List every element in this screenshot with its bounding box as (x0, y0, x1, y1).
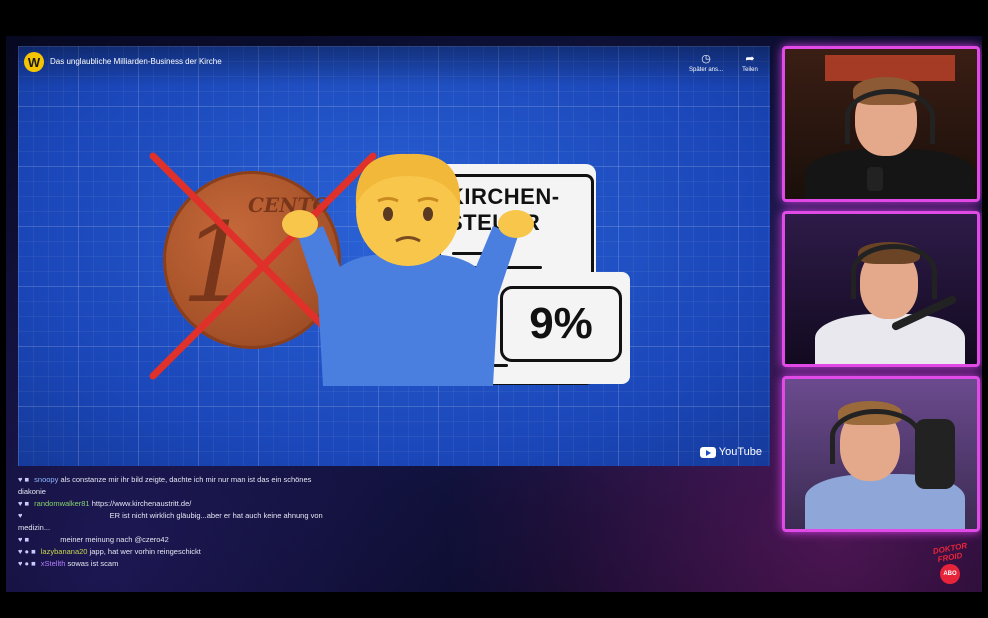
chat-username[interactable]: lazybanana20 (41, 547, 88, 556)
channel-avatar[interactable]: W (24, 52, 44, 72)
watch-later-label: Später ans... (688, 67, 724, 73)
person-torso (805, 149, 975, 199)
watch-later-button[interactable]: ◷ Später ans... (686, 52, 726, 73)
share-icon: ➦ (745, 53, 755, 65)
channel-sub-logo[interactable]: DOKTOR FROID ABO (926, 541, 974, 584)
headset-icon (830, 409, 922, 464)
subscribe-badge[interactable]: ABO (940, 564, 960, 584)
share-button[interactable]: ➦ Teilen (730, 52, 770, 73)
chat-text: meiner meinung nach @czero42 (60, 535, 169, 544)
headset-icon (851, 244, 937, 299)
chat-text: medizin... (18, 523, 51, 532)
chat-badges-icon: ♥ (18, 511, 25, 520)
chat-text: https://www.kirchenaustritt.de/ (91, 499, 192, 508)
chat-text: als constanze mir ihr bild zeigte, dacht… (60, 475, 312, 484)
chat-message: ♥ ■ randomwalker81 https://www.kirchenau… (18, 498, 758, 510)
webcam-1 (782, 46, 980, 202)
chat-badges-icon: ♥ ■ (18, 535, 32, 544)
chat-message: ♥ ● ■ xStellth sowas ist scam (18, 558, 758, 570)
chat-text: japp, hat wer vorhin reingeschickt (89, 547, 201, 556)
webcam-3 (782, 376, 980, 532)
chat-username[interactable]: snoopy (34, 475, 58, 484)
video-top-bar (18, 46, 770, 86)
share-label: Teilen (742, 67, 758, 73)
person-torso (815, 314, 965, 364)
chat-message: ♥ ■ snoopy als constanze mir ihr bild ze… (18, 474, 758, 486)
clock-icon: ◷ (701, 53, 711, 65)
chat-message: ♥ ER ist nicht wirklich gläubig...aber e… (18, 510, 758, 522)
chat-message: medizin... (18, 522, 758, 534)
chat-message: ♥ ● ■ lazybanana20 japp, hat wer vorhin … (18, 546, 758, 558)
shrug-emoji-icon (282, 153, 534, 386)
chat-text: diakonie (18, 487, 46, 496)
webcam-2 (782, 211, 980, 367)
chat-username[interactable]: xStellth (41, 559, 66, 568)
chat-badges-icon: ♥ ■ (18, 475, 32, 484)
youtube-brand-label: YouTube (718, 446, 762, 458)
chat-message: diakonie (18, 486, 758, 498)
microphone-icon (867, 167, 883, 191)
chat-text: sowas ist scam (67, 559, 119, 568)
youtube-play-icon (699, 446, 716, 458)
chat-text: ER ist nicht wirklich gläubig...aber er … (109, 511, 323, 520)
chat-message: ♥ ■ meiner meinung nach @czero42 (18, 534, 758, 546)
chat-badges-icon: ♥ ● ■ (18, 547, 38, 556)
chat-overlay: ♥ ■ snoopy als constanze mir ihr bild ze… (18, 474, 758, 570)
video-title[interactable]: Das unglaubliche Milliarden-Business der… (50, 57, 222, 66)
video-player[interactable]: W Das unglaubliche Milliarden-Business d… (18, 46, 770, 466)
youtube-logo[interactable]: YouTube (699, 446, 762, 458)
chat-badges-icon: ♥ ● ■ (18, 559, 38, 568)
headset-icon (845, 89, 935, 144)
chat-username[interactable]: randomwalker81 (34, 499, 89, 508)
chat-badges-icon: ♥ ■ (18, 499, 32, 508)
stream-frame: W Das unglaubliche Milliarden-Business d… (6, 36, 982, 592)
microphone-icon (915, 419, 955, 489)
